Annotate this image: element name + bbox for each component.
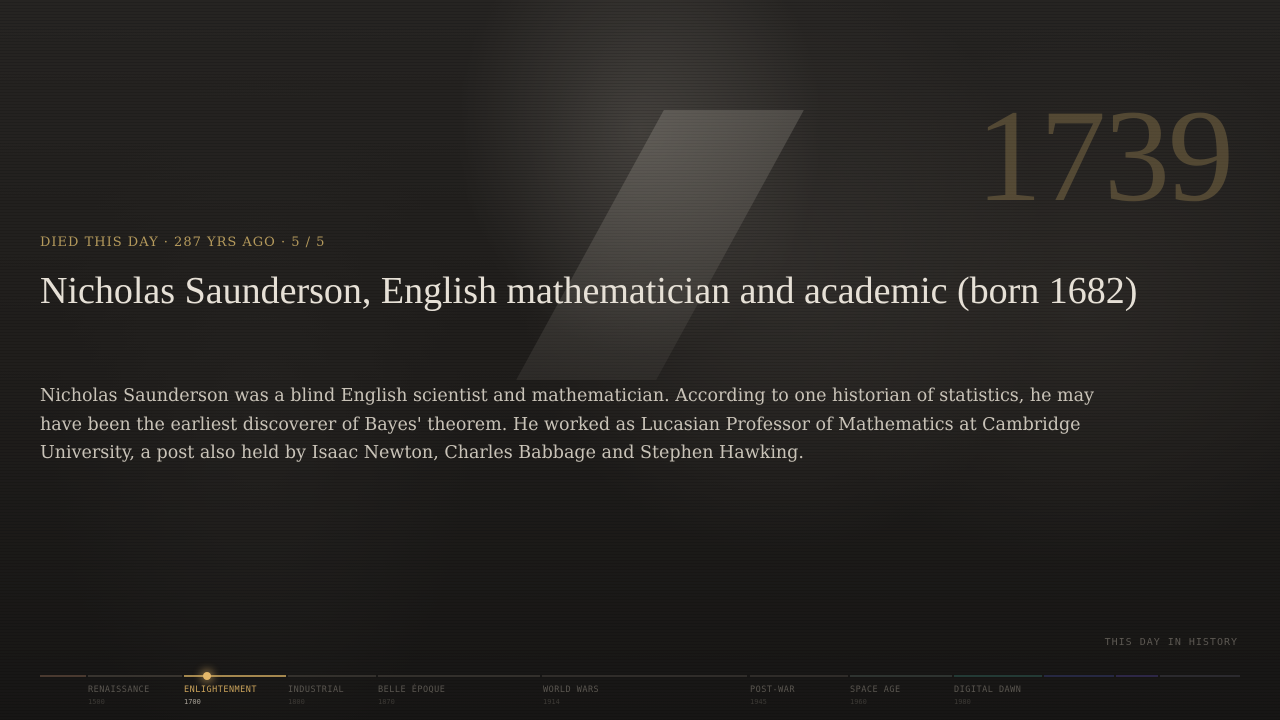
timeline-segment — [542, 675, 747, 677]
event-meta: DIED THIS DAY · 287 YRS AGO · 5 / 5 — [40, 235, 326, 250]
era-digital-dawn-year: 1980 — [954, 698, 971, 706]
era-digital-dawn[interactable]: DIGITAL DAWN — [954, 685, 1021, 695]
timeline-segment — [1044, 675, 1114, 677]
era-space-age[interactable]: SPACE AGE — [850, 685, 901, 695]
event-year: 1739 — [976, 82, 1234, 229]
brand-label: THIS DAY IN HISTORY — [1104, 637, 1238, 648]
era-world-wars-year: 1914 — [543, 698, 560, 706]
timeline-segment-active — [184, 675, 286, 677]
era-post-war-year: 1945 — [750, 698, 767, 706]
era-belle-epoque-year: 1870 — [378, 698, 395, 706]
timeline-segment — [288, 675, 376, 677]
timeline-segment — [88, 675, 182, 677]
era-world-wars[interactable]: WORLD WARS — [543, 685, 599, 695]
era-renaissance[interactable]: RENAISSANCE — [88, 685, 150, 695]
timeline-segment — [954, 675, 1042, 677]
era-renaissance-year: 1500 — [88, 698, 105, 706]
timeline-segment — [750, 675, 848, 677]
era-industrial[interactable]: INDUSTRIAL — [288, 685, 344, 695]
era-enlightenment[interactable]: ENLIGHTENMENT — [184, 685, 257, 695]
era-timeline[interactable]: RENAISSANCE 1500 ENLIGHTENMENT 1700 INDU… — [40, 672, 1240, 714]
event-title: Nicholas Saunderson, English mathematici… — [40, 270, 1138, 312]
timeline-segment — [378, 675, 540, 677]
timeline-current-marker[interactable] — [203, 672, 211, 680]
era-post-war[interactable]: POST-WAR — [750, 685, 795, 695]
timeline-segment — [850, 675, 952, 677]
era-belle-epoque[interactable]: BELLE ÉPOQUE — [378, 685, 445, 695]
era-enlightenment-year: 1700 — [184, 698, 201, 706]
timeline-segment — [1116, 675, 1158, 677]
event-description: Nicholas Saunderson was a blind English … — [40, 386, 1094, 463]
timeline-segment — [40, 675, 86, 677]
era-space-age-year: 1960 — [850, 698, 867, 706]
timeline-segment — [1160, 675, 1240, 677]
era-industrial-year: 1800 — [288, 698, 305, 706]
